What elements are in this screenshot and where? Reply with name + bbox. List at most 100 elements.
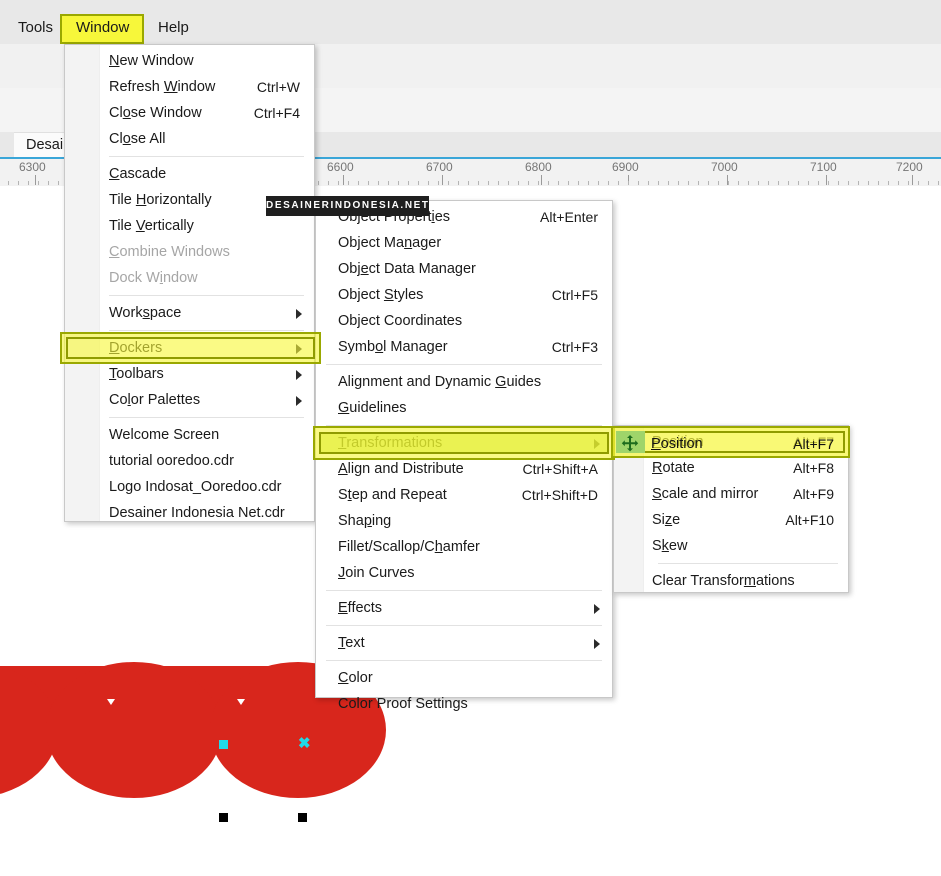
window-menu-item-shortcut: Ctrl+W [256, 79, 300, 95]
ruler-tick-label: 6300 [19, 160, 46, 174]
dockers-menu-item-object-manager[interactable]: Object Manager [316, 230, 612, 256]
dockers-menu-item-label: Guidelines [338, 400, 407, 416]
window-menu-item-color-palettes[interactable]: Color Palettes [65, 387, 314, 413]
window-menu-item-logo-indosat-ooredoo-cdr[interactable]: Logo Indosat_Ooredoo.cdr [65, 474, 314, 500]
menubar-item-help[interactable]: Help [148, 14, 199, 42]
dockers-menu-item-text[interactable]: Text [316, 630, 612, 656]
dockers-menu-item-label: Text [338, 635, 365, 651]
ruler-minor-tick [508, 181, 509, 185]
window-menu-item-shortcut: Ctrl+F4 [253, 105, 300, 121]
window-menu-item-label: Combine Windows [109, 244, 230, 260]
transformations-menu-item-size[interactable]: Size Alt+F10 [614, 507, 848, 533]
dockers-menu-item-label: Fillet/Scallop/Chamfer [338, 539, 480, 555]
dockers-menu-item-shaping[interactable]: Shaping [316, 508, 612, 534]
selection-node-handle[interactable] [219, 740, 228, 749]
transformations-menu-item-skew[interactable]: Skew [614, 533, 848, 559]
ruler-minor-tick [838, 181, 839, 185]
dockers-menu-item-effects[interactable]: Effects [316, 595, 612, 621]
menubar-item-window-label: Window [76, 19, 130, 36]
window-menu-item-label: New Window [109, 53, 194, 69]
ruler-minor-tick [618, 181, 619, 185]
ruler-minor-tick [878, 181, 879, 185]
window-menu-item-label: Refresh Window [109, 79, 216, 95]
ruler-minor-tick [448, 181, 449, 185]
dockers-menu-item-color-proof-settings[interactable]: Color Proof Settings [316, 691, 612, 717]
window-menu-item-new-window[interactable]: New Window [65, 48, 314, 74]
ruler-minor-tick [358, 181, 359, 185]
ruler-minor-tick [58, 181, 59, 185]
menu-separator [326, 590, 602, 591]
window-menu-item-label: Workspace [109, 305, 182, 321]
menubar-item-tools-label: Tools [18, 19, 54, 36]
ruler-minor-tick [528, 181, 529, 185]
ruler-tick-label: 6900 [612, 160, 639, 174]
window-menu-item-desainer-indonesia-net-cdr[interactable]: Desainer Indonesia Net.cdr [65, 500, 314, 526]
ruler-tick-label: 6800 [525, 160, 552, 174]
window-menu-item-cascade[interactable]: Cascade [65, 161, 314, 187]
window-menu-item-tile-vertically[interactable]: Tile Vertically [65, 213, 314, 239]
window-menu-item-label: Toolbars [109, 366, 164, 382]
dockers-menu-item-object-coordinates[interactable]: Object Coordinates [316, 308, 612, 334]
dockers-menu-item-guidelines[interactable]: Guidelines [316, 395, 612, 421]
dockers-menu-item-color[interactable]: Color [316, 665, 612, 691]
ruler-minor-tick [668, 181, 669, 185]
ruler-minor-tick [588, 181, 589, 185]
transformations-menu-item-label: Size [652, 512, 681, 528]
window-menu-item-tutorial-ooredoo-cdr[interactable]: tutorial ooredoo.cdr [65, 448, 314, 474]
ruler-tick-label: 6700 [426, 160, 453, 174]
transformations-menu-item-scale-and-mirror[interactable]: Scale and mirror Alt+F9 [614, 481, 848, 507]
menu-separator [326, 364, 602, 365]
ruler-minor-tick [698, 181, 699, 185]
dockers-menu-item-label: Join Curves [338, 565, 415, 581]
menubar-item-tools[interactable]: Tools [8, 14, 63, 42]
selection-handle[interactable] [219, 813, 228, 822]
window-menu-item-workspace[interactable]: Workspace [65, 300, 314, 326]
dockers-menu-item-step-and-repeat[interactable]: Step and Repeat Ctrl+Shift+D [316, 482, 612, 508]
ruler-minor-tick [628, 181, 629, 185]
ruler-minor-tick [798, 181, 799, 185]
window-menu-item-label: Close Window [109, 105, 202, 121]
ruler-minor-tick [438, 181, 439, 185]
transformations-menu-item-rotate[interactable]: Rotate Alt+F8 [614, 455, 848, 481]
ruler-minor-tick [828, 181, 829, 185]
ruler-minor-tick [868, 181, 869, 185]
window-menu-item-close-window[interactable]: Close Window Ctrl+F4 [65, 100, 314, 126]
window-menu-item-close-all[interactable]: Close All [65, 126, 314, 152]
dockers-highlight-box [60, 332, 321, 364]
dockers-menu-item-shortcut: Ctrl+Shift+D [521, 487, 598, 503]
position-shortcut: Alt+F7 [793, 436, 834, 452]
ruler-minor-tick [368, 181, 369, 185]
ruler-minor-tick [748, 181, 749, 185]
menubar-item-window[interactable]: Window [66, 14, 139, 42]
window-menu-item-toolbars[interactable]: Toolbars [65, 361, 314, 387]
dockers-menu-item-alignment-and-dynamic-guides[interactable]: Alignment and Dynamic Guides [316, 369, 612, 395]
dockers-menu-item-object-styles[interactable]: Object Styles Ctrl+F5 [316, 282, 612, 308]
dockers-menu-item-label: Object Manager [338, 235, 442, 251]
ruler-minor-tick [388, 181, 389, 185]
selection-handle[interactable] [298, 813, 307, 822]
ruler-minor-tick [558, 181, 559, 185]
transformations-highlight-box [313, 426, 615, 460]
ruler-minor-tick [908, 181, 909, 185]
dockers-menu-item-label: Object Coordinates [338, 313, 463, 329]
transformations-menu-item-clear-transformations[interactable]: Clear Transformations [614, 568, 848, 594]
dockers-menu-item-fillet-scallop-chamfer[interactable]: Fillet/Scallop/Chamfer [316, 534, 612, 560]
dockers-menu-item-label: Alignment and Dynamic Guides [338, 374, 542, 390]
window-menu-item-label: Color Palettes [109, 392, 201, 408]
dockers-menu-item-object-data-manager[interactable]: Object Data Manager [316, 256, 612, 282]
dockers-menu-item-join-curves[interactable]: Join Curves [316, 560, 612, 586]
watermark-text: DESAINERINDONESIA.NET [266, 200, 430, 211]
ruler-major-tick [35, 175, 36, 185]
ruler-major-tick [343, 175, 344, 185]
window-menu-popup[interactable]: New Window Refresh Window Ctrl+W Close Wind… [64, 44, 315, 522]
watermark-badge: DESAINERINDONESIA.NET [266, 196, 429, 216]
ruler-minor-tick [708, 181, 709, 185]
window-menu-item-welcome-screen[interactable]: Welcome Screen [65, 422, 314, 448]
ruler-minor-tick [778, 181, 779, 185]
dockers-menu-item-symbol-manager[interactable]: Symbol Manager Ctrl+F3 [316, 334, 612, 360]
ruler-tick-label: 7000 [711, 160, 738, 174]
dockers-menu-item-shortcut: Alt+Enter [540, 209, 598, 225]
window-menu-item-refresh-window[interactable]: Refresh Window Ctrl+W [65, 74, 314, 100]
ruler-minor-tick [488, 181, 489, 185]
ruler-minor-tick [738, 181, 739, 185]
